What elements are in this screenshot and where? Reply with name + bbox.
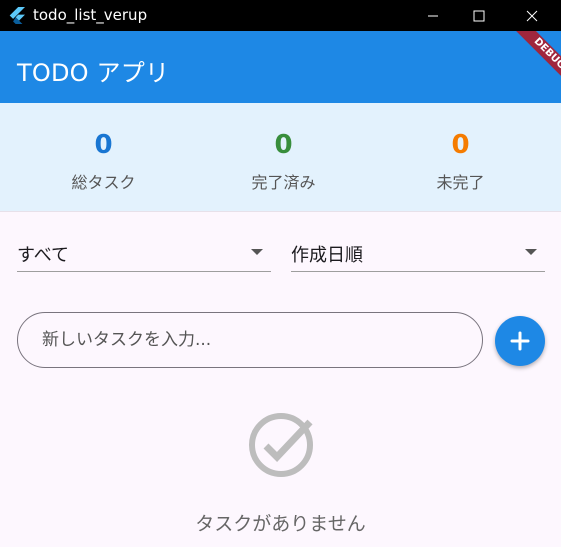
filter-selected: すべて <box>17 245 70 266</box>
stat-pending-label: 未完了 <box>436 173 485 192</box>
minimize-button[interactable] <box>410 0 456 31</box>
sort-dropdown[interactable]: 作成日順 <box>291 235 545 272</box>
dropdown-arrow-icon <box>251 249 263 255</box>
stat-total-count: 0 <box>94 130 113 160</box>
stat-pending: 0 未完了 <box>367 103 554 211</box>
close-icon <box>526 10 538 21</box>
app-title: TODO アプリ <box>17 59 170 87</box>
window-titlebar: todo_list_verup <box>0 0 561 31</box>
empty-state-text: タスクがありません <box>195 513 366 535</box>
stat-done-count: 0 <box>274 130 293 160</box>
new-task-input[interactable] <box>17 312 483 368</box>
stat-total-label: 総タスク <box>71 173 136 192</box>
stat-pending-count: 0 <box>451 130 470 160</box>
dropdown-arrow-icon <box>525 249 537 255</box>
stat-done: 0 完了済み <box>190 103 377 211</box>
maximize-icon <box>473 10 485 21</box>
stats-panel: 0 総タスク 0 完了済み 0 未完了 <box>0 103 561 212</box>
stat-total: 0 総タスク <box>10 103 197 211</box>
filter-dropdown[interactable]: すべて <box>17 235 271 272</box>
app-bar: TODO アプリ DEBUG <box>0 31 561 103</box>
sort-selected: 作成日順 <box>291 245 363 266</box>
flutter-icon <box>9 7 25 24</box>
close-button[interactable] <box>509 0 555 31</box>
check-circle-icon <box>249 413 313 477</box>
minimize-icon <box>428 15 438 16</box>
debug-banner: DEBUG <box>508 31 561 95</box>
stat-done-label: 完了済み <box>251 173 316 192</box>
maximize-button[interactable] <box>456 0 502 31</box>
add-task-button[interactable] <box>495 316 545 366</box>
window-title: todo_list_verup <box>33 6 148 24</box>
plus-icon <box>510 331 530 351</box>
